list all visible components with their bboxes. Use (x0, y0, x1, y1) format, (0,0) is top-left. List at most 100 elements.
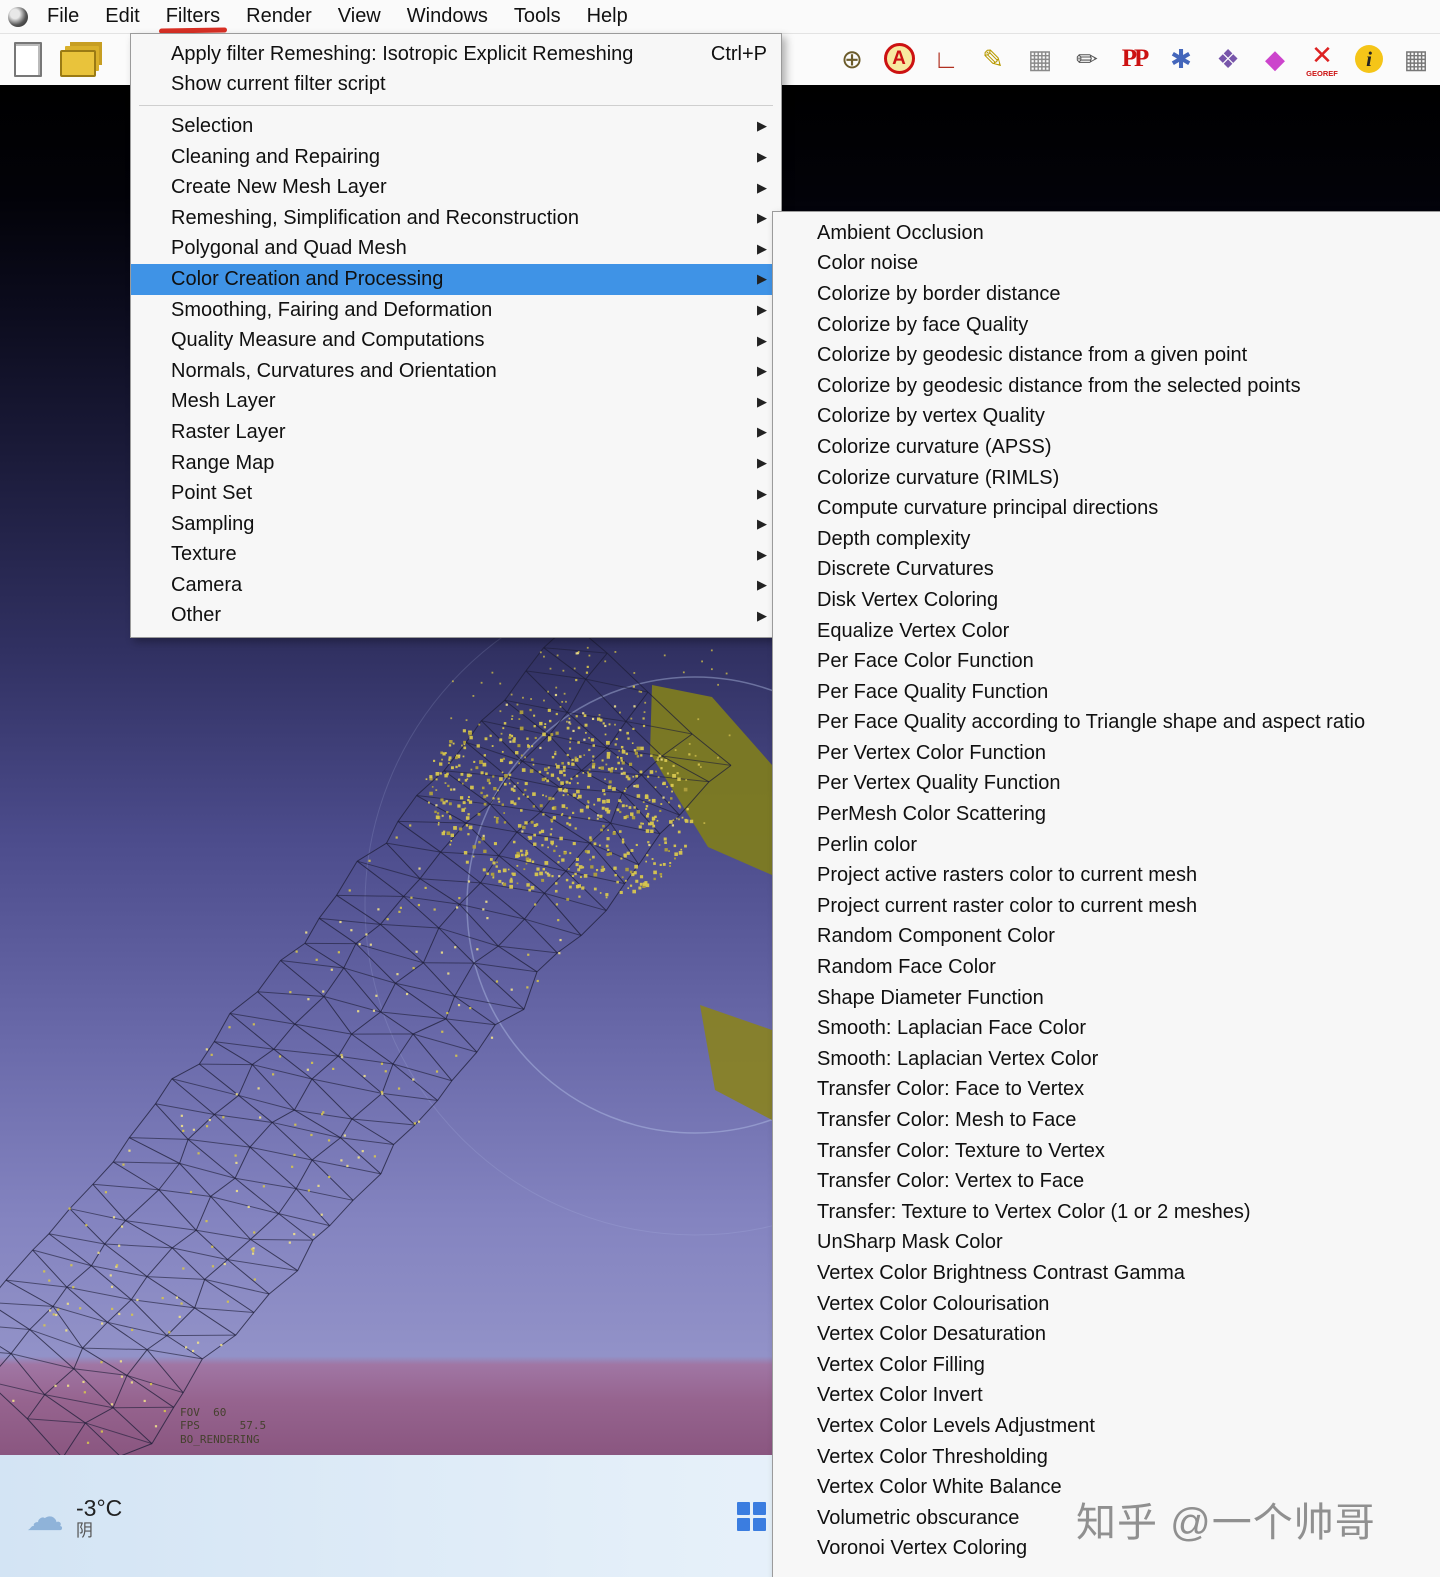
submenu-item[interactable]: Transfer Color: Face to Vertex (773, 1075, 1440, 1106)
menubar-item[interactable]: Filters (153, 0, 233, 33)
submenu-item[interactable]: Vertex Color Invert (773, 1381, 1440, 1412)
submenu-item[interactable]: Smooth: Laplacian Face Color (773, 1013, 1440, 1044)
text-annotation-icon[interactable]: A (877, 36, 921, 82)
submenu-arrow-icon: ▶ (757, 302, 767, 318)
meshlab-logo-icon (8, 6, 28, 27)
cloud-icon: ☁ (26, 1497, 64, 1539)
menubar-item[interactable]: Tools (501, 0, 574, 33)
color-creation-submenu: Ambient Occlusion Color noise Colorize b… (772, 211, 1440, 1577)
submenu-item[interactable]: Per Face Color Function (773, 646, 1440, 677)
submenu-item[interactable]: Vertex Color Colourisation (773, 1289, 1440, 1320)
submenu-item[interactable]: Project active rasters color to current … (773, 860, 1440, 891)
submenu-item[interactable]: Vertex Color Filling (773, 1350, 1440, 1381)
windows-start-button[interactable] (737, 1502, 766, 1531)
submenu-item[interactable]: Colorize curvature (RIMLS) (773, 463, 1440, 494)
align-points-icon[interactable]: ❖ (1206, 36, 1250, 82)
point-picking-icon[interactable]: ✱ (1159, 36, 1203, 82)
submenu-item[interactable]: Colorize by geodesic distance from a giv… (773, 340, 1440, 371)
submenu-item[interactable]: Colorize by face Quality (773, 310, 1440, 341)
submenu-item[interactable]: Per Vertex Quality Function (773, 769, 1440, 800)
filter-action-item[interactable]: Apply filter Remeshing: Isotropic Explic… (131, 39, 781, 70)
submenu-item[interactable]: Color noise (773, 249, 1440, 280)
filter-category-item[interactable]: Raster Layer ▶ (131, 417, 781, 448)
submenu-item[interactable]: Colorize by vertex Quality (773, 402, 1440, 433)
wireframe-sphere-icon[interactable]: ⊕ (830, 36, 874, 82)
filter-category-item[interactable]: Sampling ▶ (131, 509, 781, 540)
filter-category-item[interactable]: Point Set ▶ (131, 478, 781, 509)
new-document-icon[interactable] (6, 36, 50, 82)
pp-filter-icon[interactable]: PP (1112, 36, 1156, 82)
filter-category-item[interactable]: Cleaning and Repairing ▶ (131, 142, 781, 173)
filter-category-item[interactable]: Normals, Curvatures and Orientation ▶ (131, 356, 781, 387)
filter-action-item[interactable]: Show current filter script (131, 70, 781, 101)
raster-alignment-icon[interactable]: ▦ (1018, 36, 1062, 82)
filter-category-item[interactable]: Mesh Layer ▶ (131, 387, 781, 418)
menubar-item[interactable]: Windows (394, 0, 501, 33)
submenu-item[interactable]: Discrete Curvatures (773, 555, 1440, 586)
filter-category-item[interactable]: Polygonal and Quad Mesh ▶ (131, 234, 781, 265)
toolbar-left-group (6, 33, 100, 85)
watermark-text: 知乎 @一个帅哥 (1076, 1501, 1376, 1545)
menubar-item[interactable]: View (325, 0, 394, 33)
menubar-item[interactable]: Help (574, 0, 641, 33)
weather-condition: 阴 (76, 1521, 93, 1540)
submenu-item[interactable]: UnSharp Mask Color (773, 1228, 1440, 1259)
submenu-item[interactable]: Transfer Color: Vertex to Face (773, 1166, 1440, 1197)
hud-line: FOV 60 (180, 1405, 227, 1419)
menubar-items: File Edit Filters Render View Windows To… (34, 0, 641, 33)
weather-widget[interactable]: ☁ -3°C 阴 (26, 1495, 122, 1541)
filter-category-item[interactable]: Texture ▶ (131, 540, 781, 571)
submenu-item[interactable]: Transfer Color: Texture to Vertex (773, 1136, 1440, 1167)
submenu-item[interactable]: Vertex Color Thresholding (773, 1442, 1440, 1473)
filter-category-item[interactable]: Range Map ▶ (131, 448, 781, 479)
colorize-mesh-icon[interactable]: ◆ (1253, 36, 1297, 82)
submenu-item[interactable]: Depth complexity (773, 524, 1440, 555)
filter-category-item[interactable]: Remeshing, Simplification and Reconstruc… (131, 203, 781, 234)
submenu-item[interactable]: Vertex Color Levels Adjustment (773, 1411, 1440, 1442)
submenu-item[interactable]: Smooth: Laplacian Vertex Color (773, 1044, 1440, 1075)
submenu-arrow-icon: ▶ (757, 485, 767, 501)
filter-category-item[interactable]: Camera ▶ (131, 570, 781, 601)
filter-category-item[interactable]: Color Creation and Processing ▶ (131, 264, 781, 295)
submenu-arrow-icon: ▶ (757, 363, 767, 379)
georef-icon[interactable]: ✕ GEOREF (1300, 36, 1344, 82)
filter-category-item[interactable]: Quality Measure and Computations ▶ (131, 325, 781, 356)
submenu-item[interactable]: Colorize by border distance (773, 279, 1440, 310)
info-icon[interactable]: i (1347, 36, 1391, 82)
submenu-item[interactable]: Per Vertex Color Function (773, 738, 1440, 769)
submenu-item[interactable]: Random Face Color (773, 952, 1440, 983)
submenu-item[interactable]: Perlin color (773, 830, 1440, 861)
menubar: File Edit Filters Render View Windows To… (0, 0, 1440, 34)
submenu-item[interactable]: PerMesh Color Scattering (773, 799, 1440, 830)
submenu-arrow-icon: ▶ (757, 455, 767, 471)
submenu-item[interactable]: Vertex Color Desaturation (773, 1319, 1440, 1350)
submenu-arrow-icon: ▶ (757, 332, 767, 348)
grid-select-icon[interactable]: ▦ (1394, 36, 1438, 82)
submenu-item[interactable]: Colorize curvature (APSS) (773, 432, 1440, 463)
filter-category-item[interactable]: Selection ▶ (131, 111, 781, 142)
filters-menu-categories: Selection ▶ Cleaning and Repairing ▶ Cre… (131, 111, 781, 631)
submenu-item[interactable]: Disk Vertex Coloring (773, 585, 1440, 616)
submenu-item[interactable]: Ambient Occlusion (773, 218, 1440, 249)
submenu-item[interactable]: Project current raster color to current … (773, 891, 1440, 922)
paint-brush-icon[interactable]: ✏ (1065, 36, 1109, 82)
submenu-item[interactable]: Transfer Color: Mesh to Face (773, 1105, 1440, 1136)
filter-category-item[interactable]: Smoothing, Fairing and Deformation ▶ (131, 295, 781, 326)
menubar-item[interactable]: File (34, 0, 92, 33)
submenu-item[interactable]: Compute curvature principal directions (773, 493, 1440, 524)
fill-color-icon[interactable]: ✎ (971, 36, 1015, 82)
menubar-item[interactable]: Edit (92, 0, 152, 33)
open-project-icon[interactable] (56, 36, 100, 82)
submenu-item[interactable]: Shape Diameter Function (773, 983, 1440, 1014)
menubar-item[interactable]: Render (233, 0, 325, 33)
submenu-item[interactable]: Random Component Color (773, 922, 1440, 953)
filter-category-item[interactable]: Other ▶ (131, 601, 781, 632)
submenu-item[interactable]: Vertex Color Brightness Contrast Gamma (773, 1258, 1440, 1289)
filter-category-item[interactable]: Create New Mesh Layer ▶ (131, 172, 781, 203)
submenu-item[interactable]: Per Face Quality according to Triangle s… (773, 708, 1440, 739)
submenu-item[interactable]: Transfer: Texture to Vertex Color (1 or … (773, 1197, 1440, 1228)
measure-axis-icon[interactable]: ∟ (924, 36, 968, 82)
submenu-item[interactable]: Colorize by geodesic distance from the s… (773, 371, 1440, 402)
submenu-item[interactable]: Equalize Vertex Color (773, 616, 1440, 647)
submenu-item[interactable]: Per Face Quality Function (773, 677, 1440, 708)
